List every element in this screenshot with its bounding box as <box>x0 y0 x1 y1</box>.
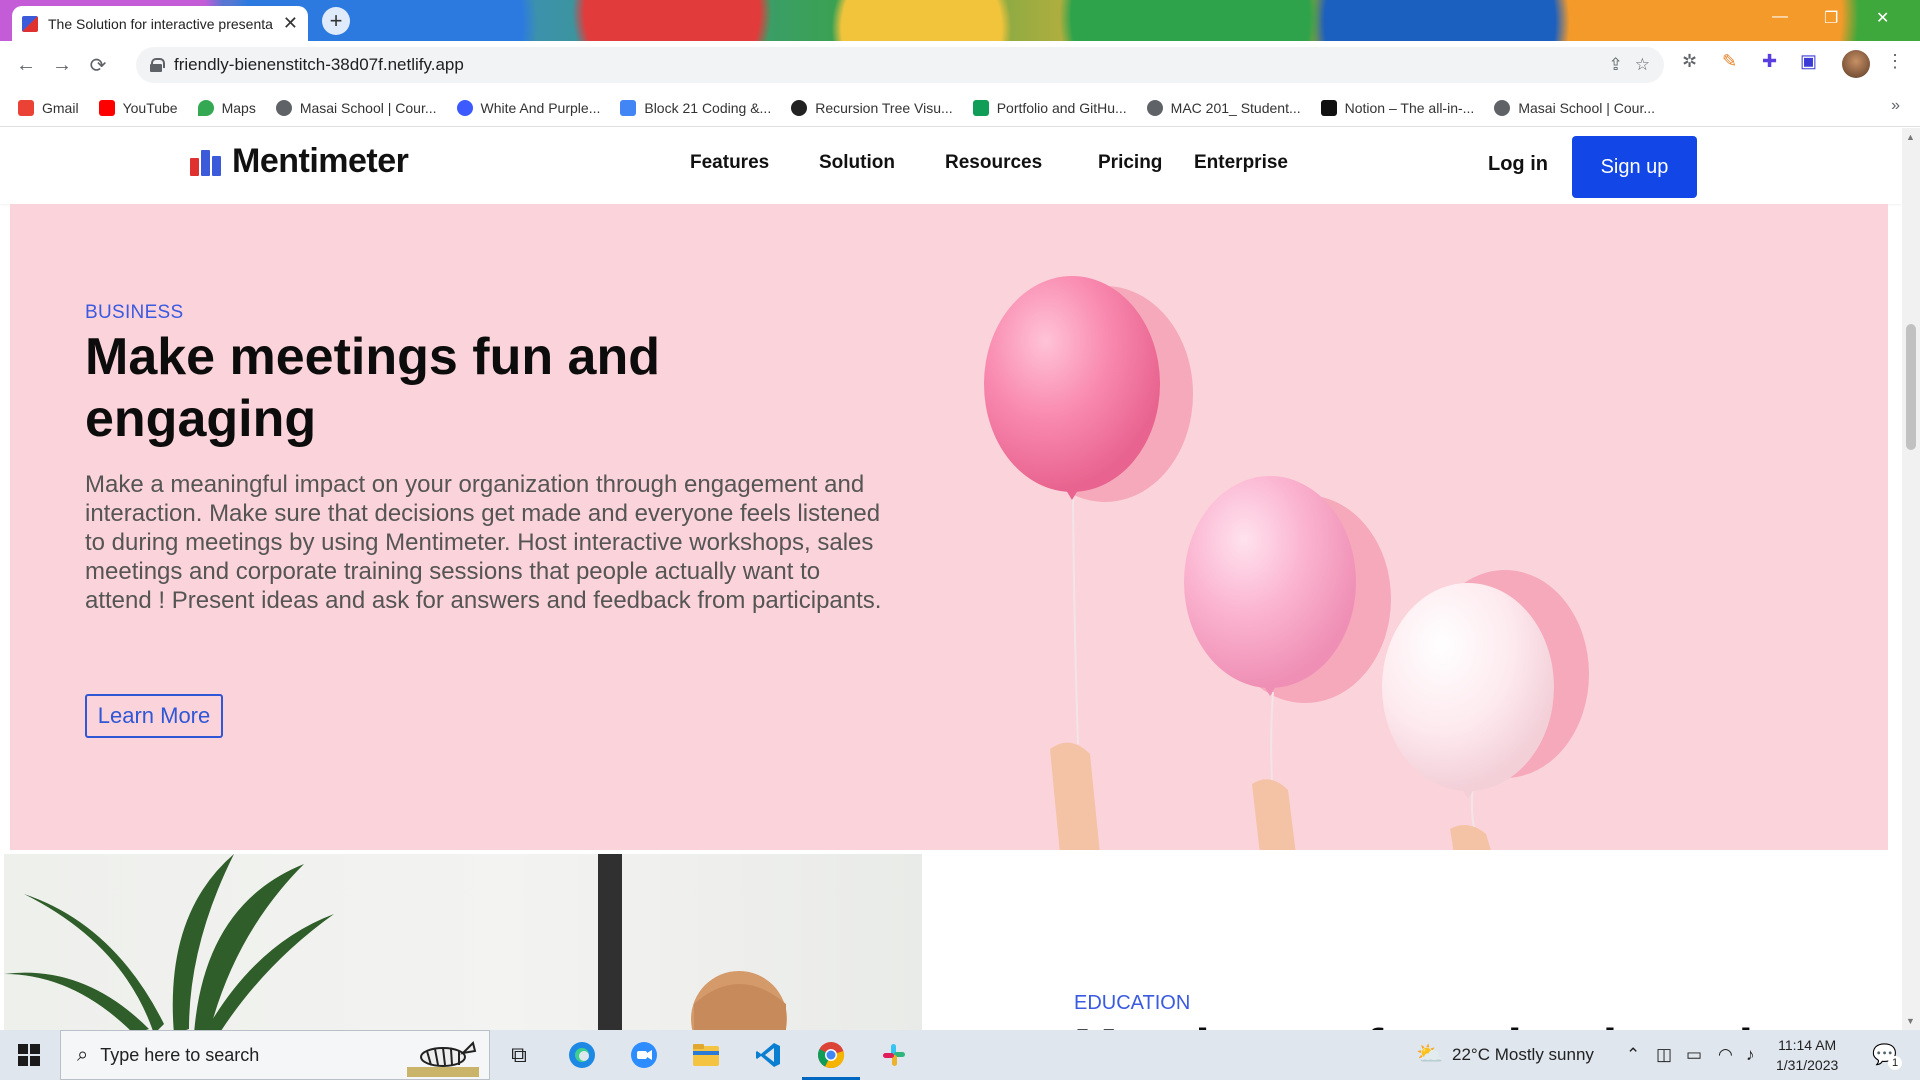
chrome-icon[interactable] <box>815 1039 847 1071</box>
browser-toolbar: ← → ⟳ friendly-bienenstitch-38d07f.netli… <box>0 41 1920 89</box>
address-bar[interactable]: friendly-bienenstitch-38d07f.netlify.app… <box>136 47 1664 83</box>
zoom-app-icon[interactable] <box>628 1039 660 1071</box>
section-eyebrow-business: BUSINESS <box>85 302 184 323</box>
back-arrow-icon[interactable]: ← <box>8 54 44 77</box>
page-viewport: Mentimeter Features Solution Resources P… <box>0 128 1902 1030</box>
hero-title: Make meetings fun and engaging <box>85 328 660 448</box>
login-link[interactable]: Log in <box>1488 153 1548 176</box>
weather-text[interactable]: 22°C Mostly sunny <box>1452 1045 1594 1065</box>
section-eyebrow-education: EDUCATION <box>1074 992 1191 1014</box>
bookmarks-bar: Gmail YouTube Maps Masai School | Cour..… <box>0 89 1920 127</box>
bookmark-portfolio[interactable]: Portfolio and GitHu... <box>972 99 1127 116</box>
mentimeter-logo-icon <box>190 148 222 176</box>
close-window-icon[interactable]: ✕ <box>1876 8 1889 28</box>
minimize-icon[interactable]: — <box>1772 8 1788 26</box>
wifi-icon[interactable]: ◠ <box>1718 1045 1733 1065</box>
logo-text: Mentimeter <box>232 142 409 180</box>
nav-pricing[interactable]: Pricing <box>1098 152 1162 174</box>
more-bookmarks-icon[interactable]: » <box>1891 97 1900 115</box>
slack-icon[interactable] <box>878 1039 910 1071</box>
bookmark-masai-2[interactable]: Masai School | Cour... <box>1494 99 1655 116</box>
bookmark-block21[interactable]: Block 21 Coding &... <box>620 99 771 116</box>
globe-icon <box>275 99 292 116</box>
taskbar-search-box[interactable]: ⌕ Type here to search <box>60 1030 490 1080</box>
education-title: Mentimeter for schools and <box>1074 1018 1753 1030</box>
system-clock[interactable]: 11:14 AM 1/31/2023 <box>1776 1035 1838 1075</box>
gmail-icon <box>18 99 34 116</box>
scroll-down-icon[interactable]: ▼ <box>1906 1016 1915 1026</box>
menu-kebab-icon[interactable]: ⋮ <box>1886 51 1904 72</box>
extension-colorpick-icon[interactable]: ✎ <box>1722 51 1737 72</box>
bookmark-star-icon[interactable]: ☆ <box>1635 55 1650 75</box>
docs-icon <box>620 99 637 116</box>
bookmark-gmail[interactable]: Gmail <box>18 99 79 116</box>
tree-nodes-icon <box>791 99 808 116</box>
taskbar-search-placeholder: Type here to search <box>100 1044 260 1065</box>
bookmark-recursion-tree[interactable]: Recursion Tree Visu... <box>791 99 953 116</box>
windows-taskbar: ⌕ Type here to search ⧉ ⛅ 22°C Mostly su… <box>0 1030 1920 1080</box>
education-section-image <box>4 854 922 1030</box>
vscode-icon[interactable] <box>752 1039 784 1071</box>
nav-enterprise[interactable]: Enterprise <box>1194 152 1288 174</box>
globe-icon <box>1146 99 1163 116</box>
scrollbar-thumb[interactable] <box>1906 324 1916 450</box>
battery-icon[interactable]: ▭ <box>1686 1045 1702 1065</box>
nav-features[interactable]: Features <box>690 152 769 174</box>
clock-date: 1/31/2023 <box>1776 1057 1839 1073</box>
bookmark-white-purple[interactable]: White And Purple... <box>456 99 600 116</box>
restore-icon[interactable]: ❐ <box>1824 8 1838 28</box>
clock-time: 11:14 AM <box>1778 1037 1837 1053</box>
new-tab-button[interactable]: + <box>322 7 350 35</box>
extensions-puzzle-icon[interactable]: ✚ <box>1762 51 1777 72</box>
page-scrollbar[interactable]: ▲ ▼ <box>1902 128 1920 1030</box>
volume-icon[interactable]: ♪ <box>1746 1045 1755 1065</box>
scroll-up-icon[interactable]: ▲ <box>1906 132 1915 142</box>
share-icon[interactable]: ⇪ <box>1609 55 1623 75</box>
browser-tab-active[interactable]: The Solution for interactive presentatio… <box>12 6 308 41</box>
search-icon: ⌕ <box>77 1043 89 1066</box>
close-tab-icon[interactable]: ✕ <box>283 13 298 34</box>
file-explorer-icon[interactable] <box>690 1039 722 1071</box>
site-header: Mentimeter Features Solution Resources P… <box>0 128 1902 204</box>
globe-icon <box>1494 99 1511 116</box>
youtube-icon <box>98 99 115 116</box>
bookmark-mac201[interactable]: MAC 201_ Student... <box>1146 99 1301 116</box>
bookmark-notion[interactable]: Notion – The all-in-... <box>1320 99 1474 116</box>
mentimeter-favicon-icon <box>22 15 38 32</box>
edge-browser-icon[interactable] <box>566 1039 598 1071</box>
notification-count-badge: 1 <box>1888 1056 1902 1070</box>
notion-icon <box>1320 99 1337 116</box>
reload-icon[interactable]: ⟳ <box>80 53 116 78</box>
nav-solution[interactable]: Solution <box>819 152 895 174</box>
maps-pin-icon <box>197 99 214 116</box>
weather-sun-icon[interactable]: ⛅ <box>1416 1041 1443 1067</box>
task-view-icon[interactable]: ⧉ <box>503 1039 535 1071</box>
sheets-icon <box>972 99 989 116</box>
hero-description: Make a meaningful impact on your organiz… <box>85 471 882 614</box>
profile-avatar[interactable] <box>1842 50 1870 78</box>
nav-resources[interactable]: Resources <box>945 152 1042 174</box>
zebra-icon <box>407 1041 479 1077</box>
extension-bug-icon[interactable]: ✲ <box>1682 51 1697 72</box>
browser-tab-strip: The Solution for interactive presentatio… <box>0 0 1920 41</box>
signup-button[interactable]: Sign up <box>1572 136 1697 198</box>
side-panel-icon[interactable]: ▣ <box>1800 51 1817 72</box>
balloons-illustration <box>984 276 1589 850</box>
business-hero-section: BUSINESS Make meetings fun and engaging … <box>10 204 1888 850</box>
bookmark-masai-1[interactable]: Masai School | Cour... <box>275 99 437 116</box>
canva-icon <box>456 99 473 116</box>
plant-photo-illustration <box>4 854 787 1030</box>
tab-title: The Solution for interactive presentatio… <box>48 15 273 32</box>
mentimeter-logo[interactable]: Mentimeter <box>190 142 409 181</box>
forward-arrow-icon[interactable]: → <box>44 54 80 77</box>
bookmark-maps[interactable]: Maps <box>197 99 256 116</box>
learn-more-button[interactable]: Learn More <box>85 694 223 738</box>
windows-start-icon[interactable] <box>18 1044 40 1066</box>
url-text[interactable]: friendly-bienenstitch-38d07f.netlify.app <box>174 55 1597 75</box>
bookmark-youtube[interactable]: YouTube <box>98 99 178 116</box>
meet-now-icon[interactable]: ◫ <box>1656 1045 1672 1065</box>
lock-icon[interactable] <box>150 58 165 72</box>
tray-chevron-up-icon[interactable]: ⌃ <box>1626 1045 1640 1065</box>
